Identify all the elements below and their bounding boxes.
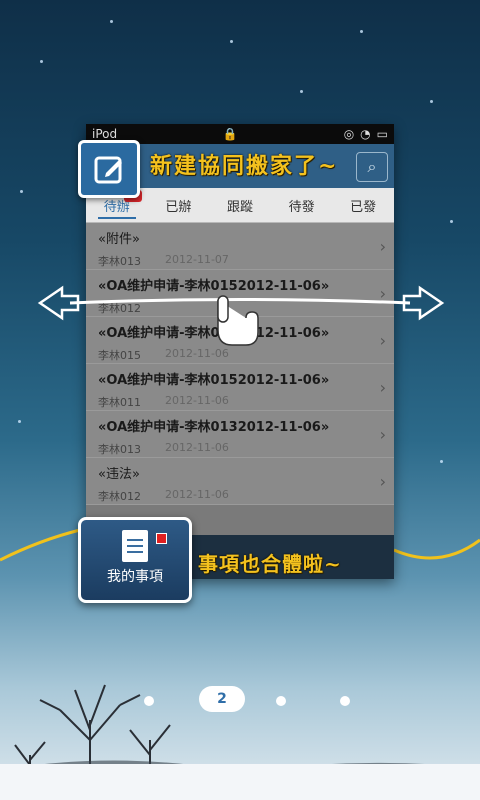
- caption-top: 新建協同搬家了~: [150, 153, 339, 179]
- compose-button[interactable]: [78, 140, 140, 198]
- hand-pointer-icon: [217, 295, 259, 346]
- my-items-tile[interactable]: 我的事項: [78, 517, 192, 603]
- notification-dot: [156, 533, 167, 544]
- document-icon: [122, 530, 148, 562]
- snow-ground: [0, 764, 480, 800]
- edit-icon: [94, 156, 122, 184]
- caption-bottom: 事項也合體啦~: [198, 552, 342, 576]
- my-items-label: 我的事項: [107, 569, 163, 585]
